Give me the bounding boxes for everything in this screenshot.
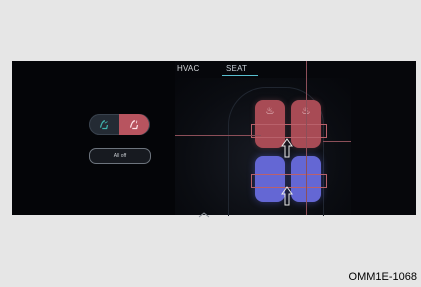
vehicle-climate-screen: All off HVAC SEAT ♨ ♨ (12, 61, 416, 216)
seat-mode-toggle[interactable] (89, 114, 150, 135)
rear-seat-marker (251, 124, 327, 138)
figure-code: OMM1E-1068 (348, 271, 417, 283)
guide-line (306, 61, 307, 215)
all-off-button[interactable]: All off (89, 148, 151, 164)
ventilated-seat-button[interactable] (89, 114, 119, 135)
up-arrow-icon (281, 138, 293, 158)
tab-seat[interactable]: SEAT (226, 64, 247, 73)
chevron-up-icon[interactable] (198, 205, 210, 218)
heated-seat-icon: ♨ (265, 106, 275, 117)
heated-seat-icon (129, 119, 139, 129)
left-control-panel: All off (12, 61, 175, 215)
screen-tabs: HVAC SEAT (175, 61, 267, 77)
active-tab-indicator (222, 75, 258, 76)
ventilated-seat-icon (99, 119, 109, 129)
guide-line (175, 135, 261, 136)
seat-diagram: ♨ ♨ (175, 61, 351, 216)
heated-seat-button[interactable] (119, 114, 149, 135)
guide-line (323, 141, 351, 142)
up-arrow-icon (281, 186, 293, 206)
tab-hvac[interactable]: HVAC (177, 64, 199, 73)
